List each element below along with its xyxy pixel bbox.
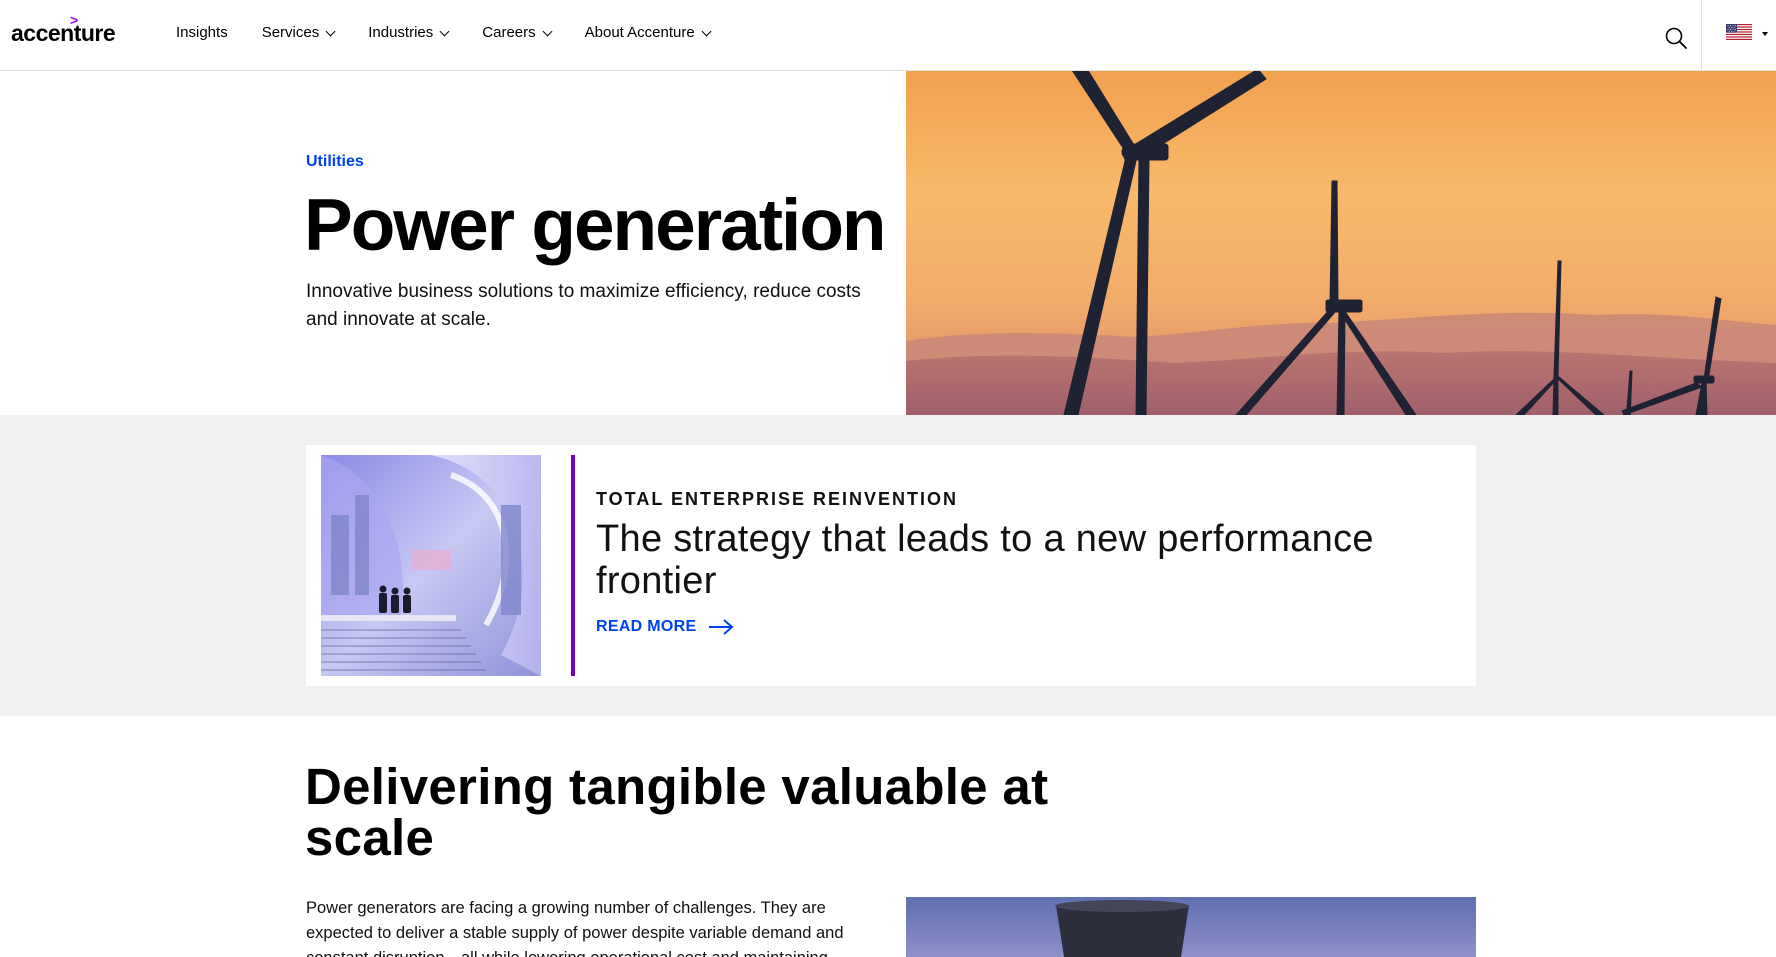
- section-body: Power generators are facing a growing nu…: [306, 899, 844, 957]
- hero-image-wind-turbines: [906, 71, 1776, 415]
- promo-accent-bar: [571, 455, 575, 676]
- nav-item-insights[interactable]: Insights: [176, 24, 228, 41]
- search-icon[interactable]: [1664, 26, 1688, 50]
- section-title: Delivering tangible valuable at scale: [305, 758, 1049, 866]
- hero-category-link[interactable]: Utilities: [306, 153, 364, 171]
- main-nav: Insights Services Industries Careers Abo…: [176, 24, 744, 41]
- nav-item-label: Careers: [482, 24, 536, 41]
- nav-item-label: About Accenture: [584, 24, 695, 41]
- nav-item-label: Insights: [176, 24, 228, 41]
- header-divider: [1701, 0, 1702, 70]
- section-image-cooling-tower: [906, 897, 1476, 957]
- nav-item-about[interactable]: About Accenture: [584, 24, 712, 41]
- nav-item-label: Services: [261, 24, 320, 41]
- promo-title[interactable]: The strategy that leads to a new perform…: [596, 518, 1416, 602]
- nav-item-label: Industries: [368, 24, 434, 41]
- nav-item-services[interactable]: Services: [261, 24, 336, 41]
- page-title: Power generation: [304, 185, 887, 266]
- chevron-down-icon: [439, 26, 450, 36]
- nav-item-industries[interactable]: Industries: [368, 24, 450, 41]
- locale-selector[interactable]: [1726, 24, 1768, 44]
- chevron-down-icon: [701, 26, 712, 36]
- promo-eyebrow: TOTAL ENTERPRISE REINVENTION: [596, 489, 959, 509]
- arrow-right-icon: [709, 619, 735, 635]
- hero-description: Innovative business solutions to maximiz…: [306, 281, 861, 330]
- us-flag-icon: [1726, 24, 1752, 40]
- logo-wordmark: accenture: [11, 20, 116, 46]
- promo-image[interactable]: [321, 455, 541, 676]
- site-header: > accenture Insights Services Industries…: [0, 0, 1776, 71]
- chevron-down-icon: [325, 26, 336, 36]
- nav-item-careers[interactable]: Careers: [482, 24, 553, 41]
- read-more-label: READ MORE: [596, 618, 697, 635]
- read-more-link[interactable]: READ MORE: [596, 618, 735, 636]
- caret-down-icon: [1762, 32, 1768, 36]
- chevron-down-icon: [542, 26, 553, 36]
